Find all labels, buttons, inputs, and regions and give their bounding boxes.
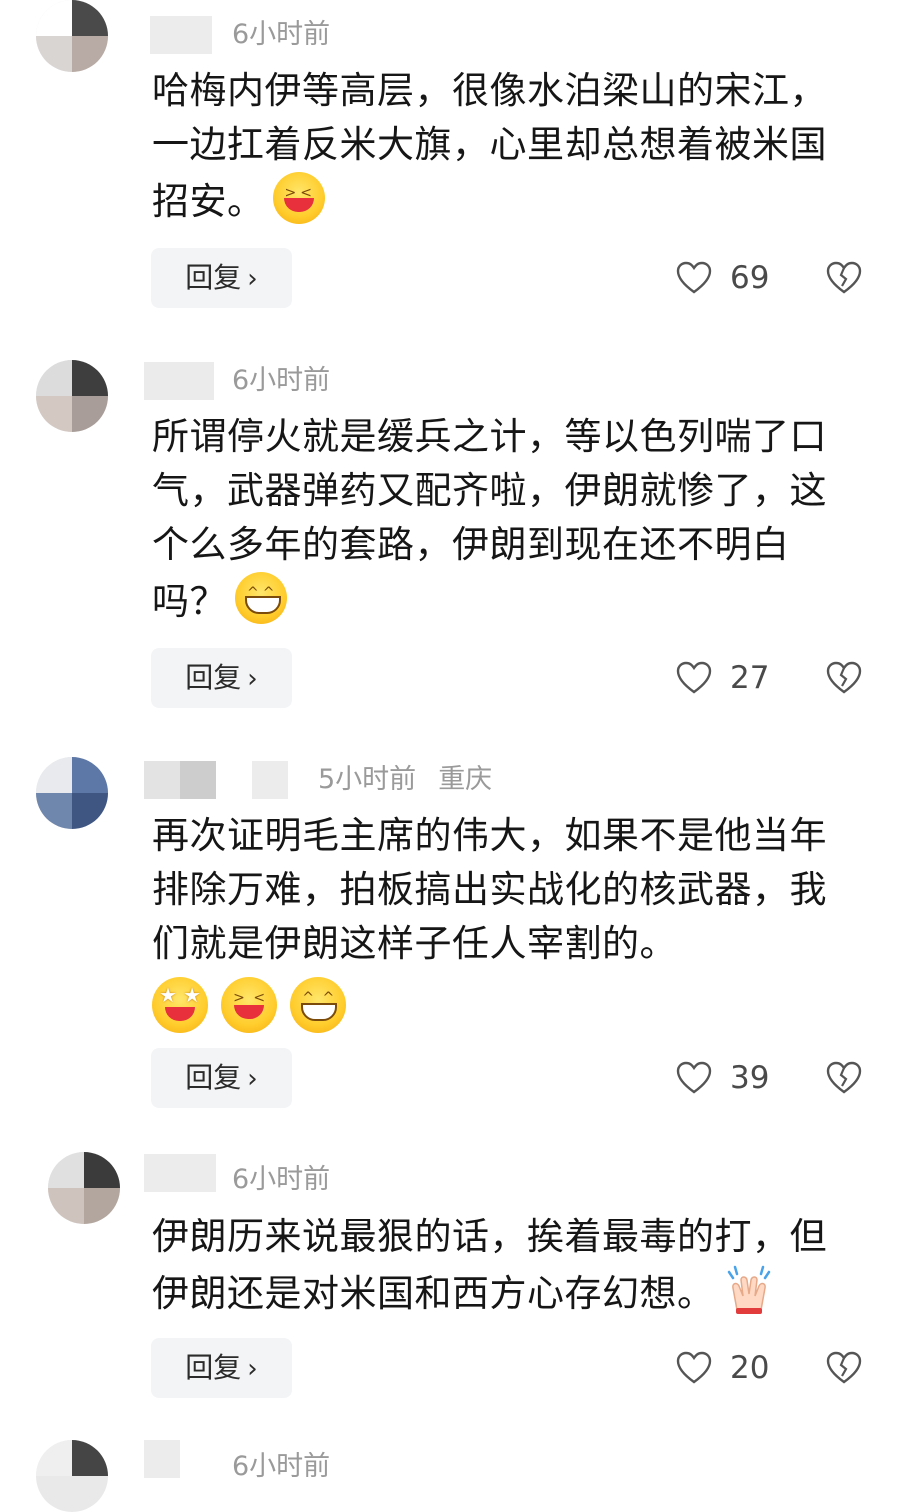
heart-icon bbox=[676, 661, 712, 694]
heart-icon bbox=[676, 1351, 712, 1384]
comment-text: 所谓停火就是缓兵之计，等以色列喘了口气，武器弹药又配齐啦，伊朗就惨了，这个么多年… bbox=[152, 410, 852, 629]
reply-button[interactable]: 回复 › bbox=[151, 1048, 292, 1108]
broken-heart-icon bbox=[826, 661, 862, 694]
reply-label: 回复 bbox=[185, 1351, 242, 1384]
avatar[interactable] bbox=[36, 360, 108, 432]
comment-meta: 6小时前 bbox=[232, 1161, 330, 1199]
comment-text: 伊朗历来说最狠的话，挨着最毒的打，但伊朗还是对米国和西方心存幻想。 bbox=[152, 1210, 852, 1321]
comment-time: 6小时前 bbox=[232, 19, 331, 50]
like-count: 27 bbox=[730, 660, 770, 696]
username-mosaic[interactable] bbox=[144, 1440, 180, 1478]
avatar[interactable] bbox=[48, 1152, 120, 1224]
star-eyes-emoji: ★ ★ bbox=[152, 977, 208, 1033]
like-button[interactable]: 69 bbox=[676, 248, 769, 308]
chevron-right-icon: › bbox=[247, 664, 258, 694]
like-count: 20 bbox=[730, 1350, 770, 1386]
comment-time: 5小时前 bbox=[318, 764, 417, 795]
username-mosaic[interactable] bbox=[144, 1154, 216, 1192]
username-mosaic[interactable] bbox=[150, 16, 212, 54]
reply-label: 回复 bbox=[185, 661, 242, 694]
grin-squint-emoji: > < bbox=[221, 977, 278, 1033]
comment-text: 哈梅内伊等高层，很像水泊梁山的宋江，一边扛着反米大旗，心里却总想着被米国招安。 >… bbox=[152, 64, 852, 229]
broken-heart-icon bbox=[826, 261, 862, 294]
like-count: 39 bbox=[730, 1060, 770, 1096]
avatar[interactable] bbox=[36, 1440, 108, 1512]
like-button[interactable]: 20 bbox=[676, 1338, 769, 1398]
reply-button[interactable]: 回复 › bbox=[151, 1338, 292, 1398]
dislike-button[interactable] bbox=[826, 1338, 862, 1398]
broken-heart-icon bbox=[826, 1061, 862, 1094]
clapping-hands-emoji bbox=[723, 1264, 775, 1316]
grin-teeth-emoji: ^ ^ bbox=[290, 977, 347, 1033]
comment-meta: 5小时前 重庆 bbox=[318, 761, 492, 799]
broken-heart-icon bbox=[826, 1351, 862, 1384]
username-mosaic[interactable] bbox=[144, 761, 294, 799]
like-button[interactable]: 39 bbox=[676, 1048, 769, 1108]
dislike-button[interactable] bbox=[826, 248, 862, 308]
avatar[interactable] bbox=[36, 757, 108, 829]
comment-text-content: 再次证明毛主席的伟大，如果不是他当年排除万难，拍板搞出实战化的核武器，我们就是伊… bbox=[152, 814, 827, 965]
chevron-right-icon: › bbox=[247, 264, 258, 294]
comment-time: 6小时前 bbox=[232, 365, 331, 396]
dislike-button[interactable] bbox=[826, 1048, 862, 1108]
username-mosaic[interactable] bbox=[144, 362, 214, 400]
comment-meta: 6小时前 bbox=[232, 16, 330, 54]
comment-meta: 6小时前 bbox=[232, 362, 330, 400]
emoji-row: ★ ★ > < ^ ^ bbox=[152, 977, 347, 1033]
like-button[interactable]: 27 bbox=[676, 648, 769, 708]
heart-icon bbox=[676, 1061, 712, 1094]
dislike-button[interactable] bbox=[826, 648, 862, 708]
comment-text: 再次证明毛主席的伟大，如果不是他当年排除万难，拍板搞出实战化的核武器，我们就是伊… bbox=[152, 809, 852, 971]
chevron-right-icon: › bbox=[247, 1354, 258, 1384]
heart-icon bbox=[676, 261, 712, 294]
comment-text-content: 哈梅内伊等高层，很像水泊梁山的宋江，一边扛着反米大旗，心里却总想着被米国招安。 bbox=[152, 69, 827, 223]
grin-squint-emoji: > < bbox=[272, 172, 325, 224]
avatar[interactable] bbox=[36, 0, 108, 72]
reply-label: 回复 bbox=[185, 1061, 242, 1094]
chevron-right-icon: › bbox=[247, 1064, 258, 1094]
comment-meta: 6小时前 bbox=[232, 1448, 330, 1486]
comment-location: 重庆 bbox=[438, 764, 493, 795]
reply-button[interactable]: 回复 › bbox=[151, 248, 292, 308]
grin-teeth-emoji: ^ ^ bbox=[235, 572, 287, 624]
reply-button[interactable]: 回复 › bbox=[151, 648, 292, 708]
comment-time: 6小时前 bbox=[232, 1451, 331, 1482]
like-count: 69 bbox=[730, 260, 770, 296]
comment-time: 6小时前 bbox=[232, 1164, 331, 1195]
reply-label: 回复 bbox=[185, 261, 242, 294]
